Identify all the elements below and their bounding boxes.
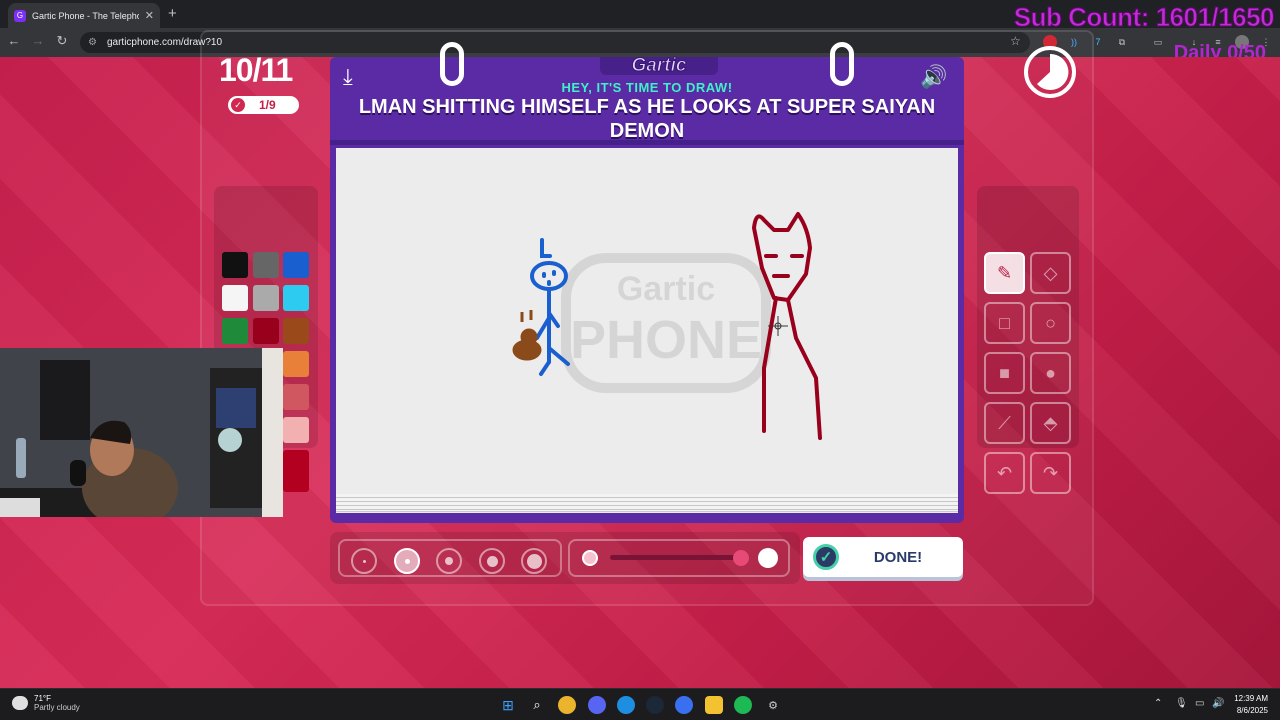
- forward-button[interactable]: →: [28, 33, 48, 48]
- pencil-tool-button[interactable]: ✎: [984, 252, 1025, 294]
- weather-description: Partly cloudy: [34, 703, 80, 712]
- check-icon: ✓: [231, 98, 245, 112]
- weather-temperature: 71°F: [34, 694, 51, 703]
- color-swatch-red[interactable]: [283, 450, 309, 492]
- color-swatch-orange[interactable]: [283, 351, 309, 377]
- chrome-icon[interactable]: [558, 696, 576, 714]
- color-swatch-brown[interactable]: [283, 318, 309, 344]
- tab-close-icon[interactable]: ✕: [145, 9, 154, 22]
- eraser-tool-button[interactable]: ◇: [1030, 252, 1071, 294]
- tab-title: Gartic Phone - The Telephone G: [32, 10, 139, 21]
- pencil-icon: ✎: [996, 262, 1013, 283]
- opacity-high-icon: [758, 548, 778, 568]
- fill-bucket-tool-button[interactable]: ⬘: [1030, 402, 1071, 444]
- brush-size-4[interactable]: [479, 548, 505, 574]
- color-swatch-gray[interactable]: [253, 285, 279, 311]
- webcam-overlay: [0, 348, 283, 517]
- tray-chevron-icon[interactable]: ⌃: [1154, 698, 1162, 709]
- spotify-icon[interactable]: [734, 696, 752, 714]
- size-dot-icon: [362, 559, 366, 563]
- browser-tab[interactable]: G Gartic Phone - The Telephone G ✕: [8, 3, 160, 28]
- file-explorer-icon[interactable]: [705, 696, 723, 714]
- back-button[interactable]: ←: [4, 33, 24, 48]
- app-icon[interactable]: [675, 696, 693, 714]
- brown-poop: [512, 310, 542, 361]
- discord-icon[interactable]: [588, 696, 606, 714]
- brush-size-1[interactable]: [351, 548, 377, 574]
- reload-button[interactable]: ↻: [52, 33, 72, 49]
- brush-size-2[interactable]: [394, 548, 420, 574]
- opacity-slider-thumb[interactable]: [733, 550, 749, 566]
- undo-button[interactable]: ↶: [984, 452, 1025, 494]
- eraser-icon: ◇: [1043, 262, 1058, 283]
- redo-icon: ↷: [1042, 462, 1059, 483]
- canvas-paper-edge: [336, 494, 958, 512]
- color-swatch-black[interactable]: [222, 252, 248, 278]
- prompt-header: HEY, IT'S TIME TO DRAW!: [561, 80, 733, 95]
- color-swatch-blue[interactable]: [283, 252, 309, 278]
- square-filled-icon: ■: [999, 362, 1010, 383]
- timer-clock-icon: [1024, 46, 1076, 98]
- color-swatch-cyan[interactable]: [283, 285, 309, 311]
- settings-gear-icon[interactable]: ⚙: [764, 696, 782, 714]
- circle-filled-icon: ●: [1045, 362, 1056, 383]
- opacity-low-icon: [582, 550, 598, 566]
- network-icon[interactable]: ▭: [1195, 698, 1204, 709]
- start-windows-icon[interactable]: ⊞: [499, 696, 517, 714]
- search-icon[interactable]: ⌕: [528, 696, 546, 714]
- done-button[interactable]: ✓ DONE!: [803, 537, 963, 577]
- edge-icon[interactable]: [617, 696, 635, 714]
- clock-time: 12:39 AM: [1234, 694, 1268, 703]
- brush-size-3[interactable]: [436, 548, 462, 574]
- done-button-label: DONE!: [873, 548, 923, 566]
- opacity-slider[interactable]: [610, 555, 740, 560]
- svg-text:Gartic: Gartic: [617, 270, 715, 308]
- circle-outline-icon: ○: [1045, 312, 1056, 333]
- undo-icon: ↶: [996, 462, 1013, 483]
- size-dot-icon: [445, 557, 453, 565]
- gartic-favicon-icon: G: [14, 9, 26, 22]
- color-swatch-green[interactable]: [222, 318, 248, 344]
- square-outline-icon: □: [999, 312, 1010, 333]
- brush-size-5[interactable]: [521, 548, 547, 574]
- line-icon: ⟋: [998, 412, 1011, 433]
- color-swatch-white[interactable]: [222, 285, 248, 311]
- drawing-prompt: LMAN SHITTING HIMSELF AS HE LOOKS AT SUP…: [358, 96, 936, 142]
- size-dot-icon: [526, 553, 542, 569]
- steam-icon[interactable]: [646, 696, 664, 714]
- round-counter: 10/11: [219, 52, 293, 88]
- weather-cloud-icon: [12, 696, 28, 710]
- size-dot-icon: [486, 555, 498, 567]
- webcam-image: [0, 348, 283, 517]
- sidepanel-icon[interactable]: ▭: [1151, 35, 1165, 49]
- volume-icon[interactable]: 🔊: [1212, 698, 1224, 709]
- redo-button[interactable]: ↷: [1030, 452, 1071, 494]
- color-swatch-dark-gray[interactable]: [253, 252, 279, 278]
- done-progress-text: 1/9: [259, 98, 276, 112]
- microphone-icon[interactable]: 🎙: [1175, 698, 1188, 709]
- clock-date: 8/6/2025: [1236, 706, 1268, 715]
- svg-text:PHONE: PHONE: [570, 310, 762, 370]
- site-info-icon[interactable]: ⚙: [88, 37, 97, 48]
- rectangle-fill-tool-button[interactable]: ■: [984, 352, 1025, 394]
- windows-taskbar: 71°F Partly cloudy ⊞ ⌕ ⚙ ⌃ 🎙 ▭ 🔊 12:39 A…: [0, 688, 1280, 720]
- line-tool-button[interactable]: ⟋: [984, 402, 1025, 444]
- extensions-puzzle-icon[interactable]: ⧉: [1115, 35, 1129, 49]
- color-swatch-dark-red[interactable]: [253, 318, 279, 344]
- ellipse-fill-tool-button[interactable]: ●: [1030, 352, 1071, 394]
- size-dot-icon: [404, 558, 410, 564]
- color-swatch-pink[interactable]: [283, 417, 309, 443]
- canvas-drawing: Gartic PHONE: [512, 212, 822, 440]
- new-tab-button[interactable]: +: [168, 5, 177, 22]
- weather-widget[interactable]: 71°F Partly cloudy: [12, 694, 80, 712]
- rectangle-outline-tool-button[interactable]: □: [984, 302, 1025, 344]
- gartic-logo: Gartic: [631, 55, 687, 77]
- canvas-watermark-logo: Gartic PHONE: [561, 253, 771, 393]
- color-swatch-rose[interactable]: [283, 384, 309, 410]
- bucket-icon: ⬘: [1043, 412, 1058, 433]
- done-progress-badge: ✓ 1/9: [228, 96, 299, 114]
- system-clock[interactable]: 12:39 AM 8/6/2025: [1234, 693, 1268, 717]
- ellipse-outline-tool-button[interactable]: ○: [1030, 302, 1071, 344]
